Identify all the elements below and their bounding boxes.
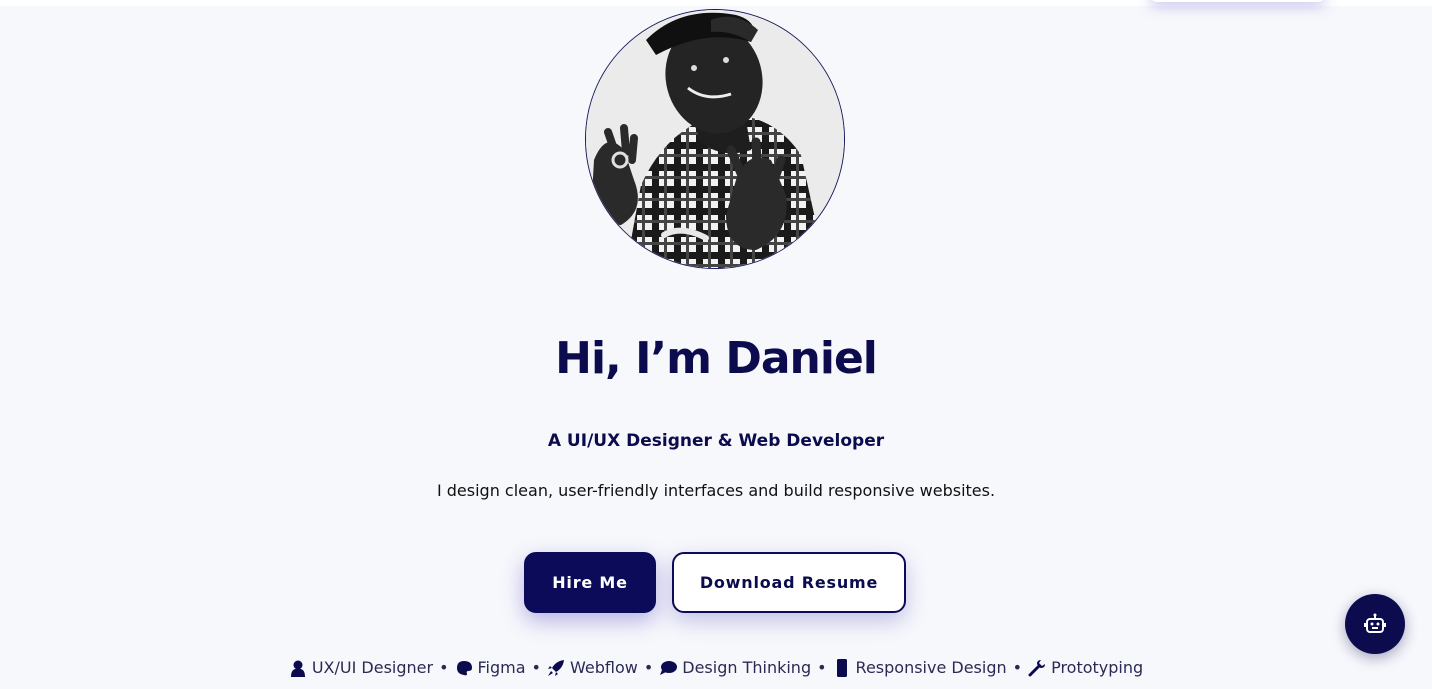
skill-label: Responsive Design [855, 658, 1007, 677]
skill-label: Webflow [569, 658, 638, 677]
download-resume-button[interactable]: Download Resume [672, 552, 906, 613]
chatbot-button[interactable] [1345, 594, 1405, 654]
page-title: Hi, I’m Daniel [555, 333, 878, 384]
speech-bubble-icon [660, 660, 678, 675]
skill-label: Prototyping [1051, 658, 1144, 677]
skill-label: Design Thinking [682, 658, 812, 677]
skill-item: Figma [455, 658, 526, 677]
avatar-photo [586, 10, 844, 268]
skill-item: UX/UI Designer [289, 658, 433, 677]
skill-separator: • [643, 658, 654, 677]
skills-ticker: UX/UI Designer • Figma • Webflow • Desig… [0, 658, 1432, 677]
person-icon [290, 660, 305, 677]
hire-me-button[interactable]: Hire Me [524, 552, 656, 613]
hero-page: Hi, I’m Daniel A UI/UX Designer & Web De… [0, 0, 1432, 689]
palette-icon [456, 660, 472, 675]
page-subtitle: A UI/UX Designer & Web Developer [547, 431, 885, 451]
skill-item: Design Thinking [659, 658, 811, 677]
robot-icon [1364, 613, 1386, 633]
skill-item: Webflow [547, 658, 638, 677]
wrench-icon [1028, 659, 1046, 676]
skill-item: Responsive Design [833, 658, 1007, 677]
skill-separator: • [817, 658, 827, 677]
avatar [585, 9, 845, 269]
phone-icon [836, 658, 847, 677]
skill-item: Prototyping [1028, 658, 1143, 677]
skill-separator: • [531, 658, 541, 677]
skill-label: UX/UI Designer [311, 658, 434, 677]
skill-label: Figma [477, 658, 526, 677]
hero-description: I design clean, user-friendly interfaces… [436, 481, 996, 500]
rocket-icon [547, 659, 564, 676]
nav-button-shadow[interactable] [1150, 0, 1325, 2]
skill-separator: • [1012, 658, 1023, 677]
skill-separator: • [439, 658, 449, 677]
